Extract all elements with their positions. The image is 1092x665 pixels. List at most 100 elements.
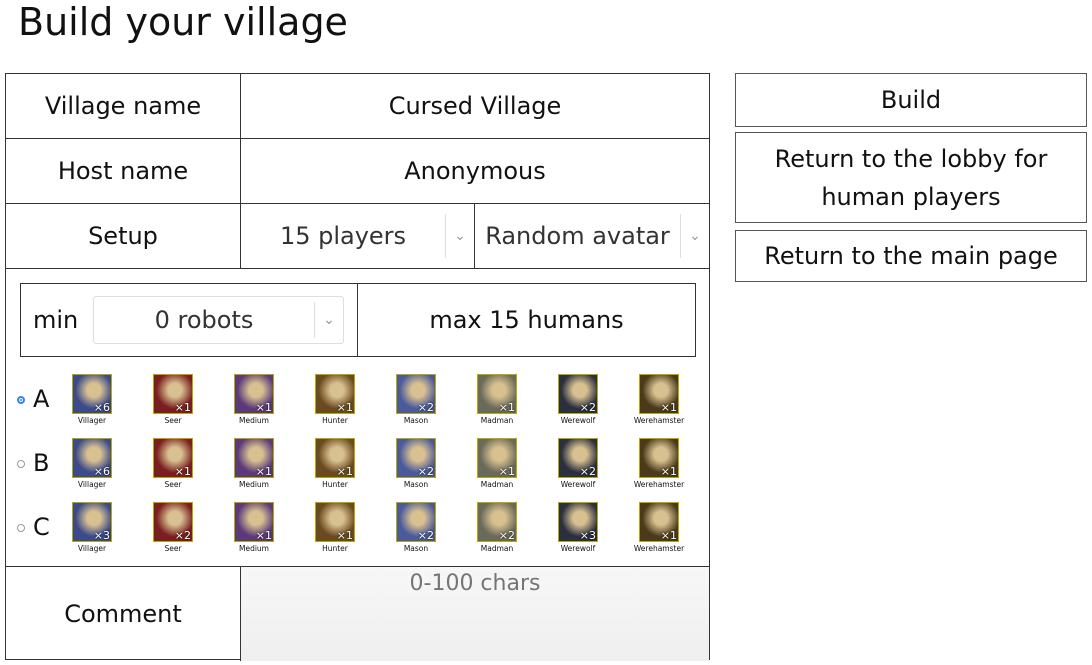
- role-medium: ×1 Medium: [219, 438, 289, 489]
- role-name: Hunter: [322, 416, 348, 425]
- setup-radio[interactable]: [17, 460, 25, 468]
- avatar-select[interactable]: Random avatar ⌄: [475, 204, 709, 268]
- medium-icon: ×1: [234, 438, 274, 478]
- role-count: ×1: [174, 401, 191, 414]
- role-name: Madman: [480, 480, 514, 489]
- hunter-icon: ×1: [315, 502, 355, 542]
- village-name-label: Village name: [6, 74, 241, 138]
- hunter-icon: ×1: [315, 374, 355, 414]
- setup-row: Setup 15 players ⌄ Random avatar ⌄: [6, 204, 709, 269]
- role-count: ×1: [255, 401, 272, 414]
- mason-icon: ×2: [396, 438, 436, 478]
- min-cell: min 0 robots ⌄: [21, 284, 358, 356]
- role-mason: ×2 Mason: [381, 374, 451, 425]
- role-name: Mason: [403, 416, 429, 425]
- villager-icon: ×3: [72, 502, 112, 542]
- role-name: Hunter: [322, 544, 348, 553]
- role-mason: ×2 Mason: [381, 438, 451, 489]
- return-lobby-button[interactable]: Return to the lobby for human players: [735, 132, 1087, 223]
- robots-select[interactable]: 0 robots ⌄: [93, 296, 344, 344]
- setup-radio[interactable]: [17, 396, 25, 404]
- medium-icon: ×1: [234, 374, 274, 414]
- host-name-input[interactable]: Anonymous: [241, 139, 709, 203]
- werewolf-icon: ×2: [558, 374, 598, 414]
- role-medium: ×1 Medium: [219, 502, 289, 553]
- role-werewolf: ×3 Werewolf: [543, 502, 613, 553]
- medium-icon: ×1: [234, 502, 274, 542]
- role-count: ×6: [93, 401, 110, 414]
- role-werewolf: ×2 Werewolf: [543, 374, 613, 425]
- setup-option-b[interactable]: B ×6 Villager ×1 Seer ×1 Medium ×1 Hunter ×2 Mason…: [6, 433, 709, 497]
- role-count: ×1: [336, 465, 353, 478]
- players-select[interactable]: 15 players ⌄: [241, 204, 475, 268]
- setup-option-a[interactable]: A ×6 Villager ×1 Seer ×1 Medium ×1 Hunter ×2 Mason…: [6, 369, 709, 433]
- build-button[interactable]: Build: [735, 73, 1087, 127]
- players-select-value: 15 players: [279, 222, 407, 250]
- seer-icon: ×1: [153, 374, 193, 414]
- role-name: Madman: [480, 416, 514, 425]
- return-main-button[interactable]: Return to the main page: [735, 230, 1087, 282]
- chevron-down-icon: ⌄: [314, 302, 343, 338]
- host-name-row: Host name Anonymous: [6, 139, 709, 204]
- role-count: ×1: [174, 465, 191, 478]
- robots-select-value: 0 robots: [154, 306, 254, 334]
- max-humans: max 15 humans: [429, 306, 624, 334]
- setup-label: Setup: [6, 204, 241, 268]
- role-count: ×1: [336, 529, 353, 542]
- role-name: Seer: [164, 544, 182, 553]
- role-name: Werehamster: [633, 544, 685, 553]
- role-name: Medium: [239, 480, 269, 489]
- role-name: Werewolf: [560, 544, 596, 553]
- werewolf-icon: ×3: [558, 502, 598, 542]
- werewolf-icon: ×2: [558, 438, 598, 478]
- role-medium: ×1 Medium: [219, 374, 289, 425]
- role-name: Villager: [77, 544, 107, 553]
- avatar-select-value: Random avatar: [485, 222, 670, 250]
- villager-icon: ×6: [72, 438, 112, 478]
- role-werehamster: ×1 Werehamster: [624, 502, 694, 553]
- role-villager: ×3 Villager: [57, 502, 127, 553]
- setup-options: A ×6 Villager ×1 Seer ×1 Medium ×1 Hunter ×2 Mason…: [6, 369, 709, 564]
- madman-icon: ×1: [477, 438, 517, 478]
- role-mason: ×2 Mason: [381, 502, 451, 553]
- role-count: ×1: [498, 401, 515, 414]
- role-madman: ×1 Madman: [462, 374, 532, 425]
- role-madman: ×2 Madman: [462, 502, 532, 553]
- role-count: ×1: [660, 465, 677, 478]
- setup-radio[interactable]: [17, 524, 25, 532]
- role-name: Seer: [164, 416, 182, 425]
- village-name-input[interactable]: Cursed Village: [241, 74, 709, 138]
- madman-icon: ×1: [477, 374, 517, 414]
- role-count: ×3: [93, 529, 110, 542]
- setup-letter: C: [33, 513, 50, 541]
- role-villager: ×6 Villager: [57, 438, 127, 489]
- werehamster-icon: ×1: [639, 502, 679, 542]
- role-name: Villager: [77, 416, 107, 425]
- role-count: ×2: [174, 529, 191, 542]
- role-name: Werewolf: [560, 416, 596, 425]
- role-seer: ×1 Seer: [138, 374, 208, 425]
- comment-row: Comment: [6, 567, 709, 661]
- role-werehamster: ×1 Werehamster: [624, 438, 694, 489]
- role-count: ×2: [579, 401, 596, 414]
- role-werewolf: ×2 Werewolf: [543, 438, 613, 489]
- setup-letter: B: [33, 449, 50, 477]
- madman-icon: ×2: [477, 502, 517, 542]
- role-count: ×1: [336, 401, 353, 414]
- role-madman: ×1 Madman: [462, 438, 532, 489]
- role-name: Hunter: [322, 480, 348, 489]
- role-hunter: ×1 Hunter: [300, 502, 370, 553]
- role-name: Werewolf: [560, 480, 596, 489]
- role-name: Madman: [480, 544, 514, 553]
- werehamster-icon: ×1: [639, 374, 679, 414]
- role-name: Werehamster: [633, 480, 685, 489]
- setup-option-c[interactable]: C ×3 Villager ×2 Seer ×1 Medium ×1 Hunter ×2 Mason…: [6, 497, 709, 561]
- role-name: Werehamster: [633, 416, 685, 425]
- host-name-label: Host name: [6, 139, 241, 203]
- role-name: Medium: [239, 416, 269, 425]
- role-count: ×2: [417, 529, 434, 542]
- comment-textarea[interactable]: [241, 567, 709, 661]
- role-count: ×2: [579, 465, 596, 478]
- comment-label: Comment: [6, 567, 241, 661]
- role-werehamster: ×1 Werehamster: [624, 374, 694, 425]
